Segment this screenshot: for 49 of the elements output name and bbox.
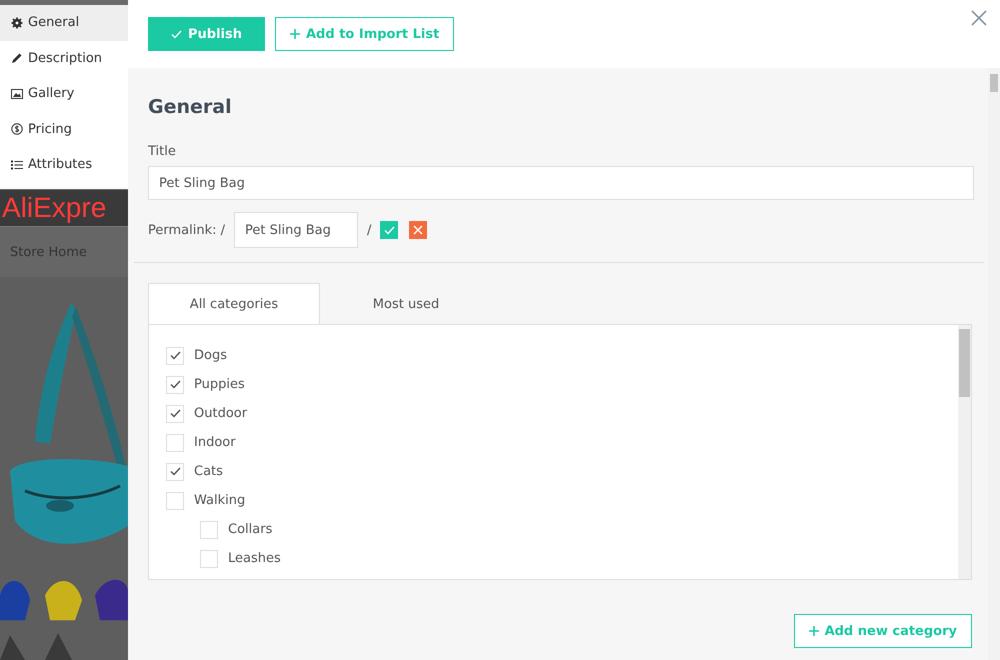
check-icon bbox=[170, 351, 180, 360]
pencil-icon bbox=[11, 52, 23, 64]
title-field[interactable]: Pet Sling Bag bbox=[148, 166, 974, 200]
checkbox[interactable] bbox=[166, 462, 184, 480]
category-label: Leashes bbox=[228, 551, 281, 566]
check-icon bbox=[170, 380, 180, 389]
check-icon bbox=[170, 467, 180, 476]
image-icon bbox=[11, 88, 23, 100]
check-icon bbox=[170, 409, 180, 418]
list-icon bbox=[11, 158, 23, 171]
field-label: Title bbox=[148, 144, 176, 159]
plus-icon bbox=[290, 29, 300, 39]
category-label: Outdoor bbox=[194, 406, 248, 421]
checkbox[interactable] bbox=[166, 434, 184, 452]
menu-item[interactable]: Pricing bbox=[0, 112, 128, 147]
checkbox[interactable] bbox=[166, 492, 184, 510]
permalink-field[interactable]: Pet Sling Bag bbox=[234, 212, 358, 248]
tab[interactable]: All categories bbox=[148, 283, 320, 325]
gear-icon bbox=[11, 16, 23, 29]
category-label: Dogs bbox=[194, 348, 227, 363]
confirm-button[interactable] bbox=[380, 221, 398, 239]
category-label: Collars bbox=[228, 522, 272, 537]
checkbox[interactable] bbox=[166, 404, 184, 422]
checkbox[interactable] bbox=[200, 520, 218, 538]
tab[interactable]: Most used bbox=[320, 283, 492, 325]
close-icon bbox=[413, 225, 424, 235]
scrollbar[interactable] bbox=[958, 325, 971, 579]
category-label: Indoor bbox=[194, 435, 236, 450]
store-logo: AliExpre bbox=[0, 190, 128, 226]
plus-icon bbox=[808, 626, 819, 636]
category-label: Puppies bbox=[194, 377, 245, 392]
checkbox[interactable] bbox=[166, 376, 184, 394]
check-icon bbox=[384, 226, 395, 234]
slash-text: / bbox=[367, 222, 372, 238]
close-icon[interactable] bbox=[970, 9, 988, 27]
checkbox[interactable] bbox=[166, 346, 184, 364]
checkbox[interactable] bbox=[200, 550, 218, 568]
cancel-button[interactable] bbox=[409, 221, 428, 239]
menu-item[interactable]: Description bbox=[0, 40, 128, 76]
category-label: Walking bbox=[194, 493, 246, 508]
menu-item[interactable]: Gallery bbox=[0, 76, 128, 112]
category-label: Cats bbox=[194, 464, 223, 479]
dollar-icon bbox=[11, 123, 23, 136]
menu-item[interactable]: General bbox=[0, 5, 128, 40]
field-label: Permalink: / bbox=[148, 222, 226, 238]
menu-item[interactable]: Attributes bbox=[0, 147, 128, 182]
check-icon bbox=[171, 30, 182, 38]
section-heading: General bbox=[148, 96, 233, 118]
scrollbar[interactable] bbox=[988, 68, 1000, 660]
